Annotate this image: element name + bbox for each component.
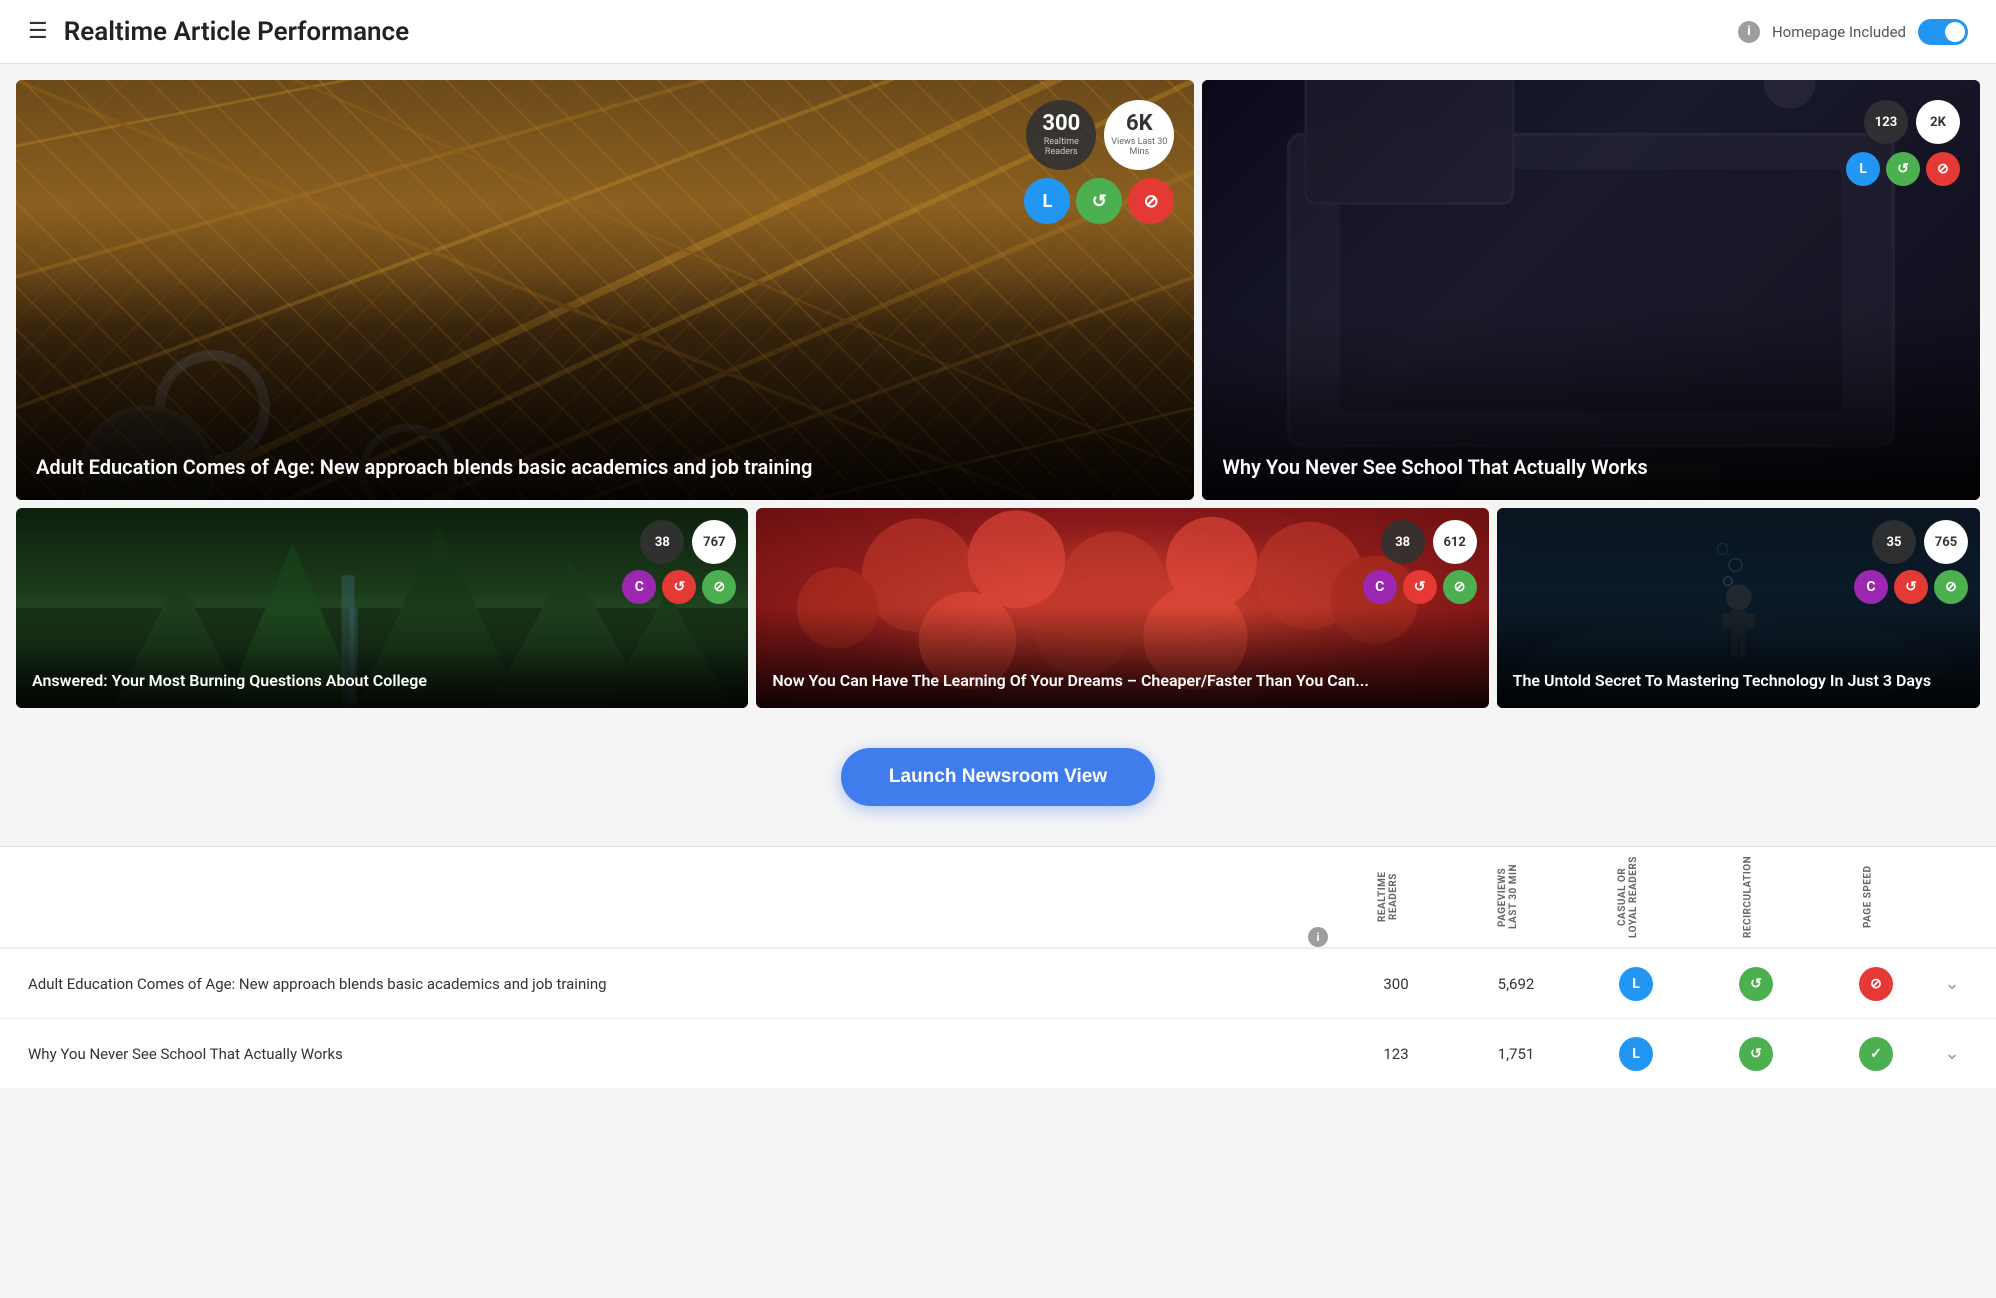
badge-row-top: 300 Realtime Readers 6K Views Last 30 Mi…	[1026, 100, 1174, 170]
pageviews-val-1: 5,692	[1498, 975, 1535, 993]
badge-row-small1: 38 767	[640, 520, 736, 564]
card-small-2[interactable]: 38 612 C ↺ ⊘ Now You Can Have The Learni…	[756, 508, 1488, 708]
card-title-small3: The Untold Secret To Mastering Technolog…	[1513, 671, 1964, 692]
readers-small3: 35	[1872, 520, 1916, 564]
col-headers-inner: i REALTIMEREADERS PAGEVIEWSLAST 30 MIN C…	[1300, 847, 1968, 947]
speed-badge-1[interactable]: ⊘	[1859, 967, 1893, 1001]
card-small-3[interactable]: 35 765 C ↺ ⊘ The Untold Secret To Master…	[1497, 508, 1980, 708]
recirc-icon[interactable]: ↺	[1076, 178, 1122, 224]
launch-section: Launch Newsroom View	[0, 708, 1996, 846]
cell-loyal-1: L	[1576, 967, 1696, 1001]
readers-small2: 38	[1381, 520, 1425, 564]
speed-icon[interactable]: ⊘	[1128, 178, 1174, 224]
stats-small3: 35 765 C ↺ ⊘	[1854, 520, 1968, 604]
views-small2: 612	[1433, 520, 1477, 564]
realtime-val-2: 123	[1383, 1045, 1408, 1063]
views-small3: 765	[1924, 520, 1968, 564]
icon-circles-small3: C ↺ ⊘	[1854, 570, 1968, 604]
header: ☰ Realtime Article Performance i Homepag…	[0, 0, 1996, 64]
card-featured[interactable]: 300 Realtime Readers 6K Views Last 30 Mi…	[16, 80, 1194, 500]
launch-newsroom-button[interactable]: Launch Newsroom View	[841, 748, 1155, 806]
badge-row-small3: 35 765	[1872, 520, 1968, 564]
cell-pageviews-2: 1,751	[1456, 1045, 1576, 1063]
realtime-readers-badge: 300 Realtime Readers	[1026, 100, 1096, 170]
speed-icon-small1[interactable]: ⊘	[702, 570, 736, 604]
small-cards-row: 38 767 C ↺ ⊘ Answered: Your Most Burning…	[16, 508, 1980, 708]
cell-recirc-1: ↺	[1696, 967, 1816, 1001]
card-title-small1: Answered: Your Most Burning Questions Ab…	[32, 671, 732, 692]
realtime-badge-secondary: 123	[1864, 100, 1908, 144]
speed-badge-2[interactable]: ✓	[1859, 1037, 1893, 1071]
cell-realtime-2: 123	[1336, 1045, 1456, 1063]
loyal-icon-secondary[interactable]: L	[1846, 152, 1880, 186]
col-loyal: CASUAL ORLOYAL READERS	[1568, 847, 1688, 947]
recirc-badge-1[interactable]: ↺	[1739, 967, 1773, 1001]
stats-area-featured: 300 Realtime Readers 6K Views Last 30 Mi…	[1024, 100, 1174, 224]
menu-icon[interactable]: ☰	[28, 19, 48, 44]
pageviews-val-2: 1,751	[1498, 1045, 1535, 1063]
expand-row-1[interactable]: ⌄	[1936, 968, 1968, 1000]
realtime-val-1: 300	[1383, 975, 1408, 993]
card-secondary[interactable]: 123 2K L ↺ ⊘ Why You Never See School Th…	[1202, 80, 1980, 500]
icon-circles-small1: C ↺ ⊘	[622, 570, 736, 604]
speed-icon-secondary[interactable]: ⊘	[1926, 152, 1960, 186]
recirc-icon-small3[interactable]: ↺	[1894, 570, 1928, 604]
recirc-icon-small2[interactable]: ↺	[1403, 570, 1437, 604]
table-section: i REALTIMEREADERS PAGEVIEWSLAST 30 MIN C…	[0, 846, 1996, 1088]
loyal-badge-1[interactable]: L	[1619, 967, 1653, 1001]
table-headers: i REALTIMEREADERS PAGEVIEWSLAST 30 MIN C…	[0, 847, 1996, 948]
views-badge-secondary: 2K	[1916, 100, 1960, 144]
col-recirc: RECIRCULATION	[1688, 847, 1808, 947]
row-data-1: 300 5,692 L ↺ ⊘ ⌄	[1336, 967, 1968, 1001]
expand-row-2[interactable]: ⌄	[1936, 1038, 1968, 1070]
loyal-icon-small2[interactable]: C	[1363, 570, 1397, 604]
col-speed: PAGE SPEED	[1808, 847, 1928, 947]
loyal-icon-small3[interactable]: C	[1854, 570, 1888, 604]
cell-realtime-1: 300	[1336, 975, 1456, 993]
icon-circles-small2: C ↺ ⊘	[1363, 570, 1477, 604]
table-row[interactable]: Adult Education Comes of Age: New approa…	[0, 948, 1996, 1018]
homepage-toggle[interactable]	[1918, 19, 1968, 45]
header-right: i Homepage Included	[1738, 19, 1968, 45]
views-badge: 6K Views Last 30 Mins	[1104, 100, 1174, 170]
row-data-2: 123 1,751 L ↺ ✓ ⌄	[1336, 1037, 1968, 1071]
loyal-icon-small1[interactable]: C	[622, 570, 656, 604]
stats-small1: 38 767 C ↺ ⊘	[622, 520, 736, 604]
recirc-badge-2[interactable]: ↺	[1739, 1037, 1773, 1071]
col-realtime-readers: REALTIMEREADERS	[1328, 847, 1448, 947]
loyal-icon[interactable]: L	[1024, 178, 1070, 224]
recirc-icon-small1[interactable]: ↺	[662, 570, 696, 604]
stats-small2: 38 612 C ↺ ⊘	[1363, 520, 1477, 604]
icon-circles-secondary: L ↺ ⊘	[1846, 152, 1960, 186]
icon-circles-featured: L ↺ ⊘	[1024, 178, 1174, 224]
cell-loyal-2: L	[1576, 1037, 1696, 1071]
table-info-icon: i	[1308, 927, 1328, 947]
row-title-2: Why You Never See School That Actually W…	[28, 1045, 1336, 1063]
cell-speed-1: ⊘	[1816, 967, 1936, 1001]
cell-recirc-2: ↺	[1696, 1037, 1816, 1071]
views-small1: 767	[692, 520, 736, 564]
info-icon: i	[1738, 21, 1760, 43]
badge-row-small2: 38 612	[1381, 520, 1477, 564]
header-left: ☰ Realtime Article Performance	[28, 17, 409, 47]
page-title: Realtime Article Performance	[64, 17, 409, 47]
speed-icon-small3[interactable]: ⊘	[1934, 570, 1968, 604]
cell-speed-2: ✓	[1816, 1037, 1936, 1071]
stats-area-secondary: 123 2K L ↺ ⊘	[1846, 100, 1960, 186]
homepage-label: Homepage Included	[1772, 23, 1906, 41]
card-title-featured: Adult Education Comes of Age: New approa…	[36, 454, 1174, 480]
speed-icon-small2[interactable]: ⊘	[1443, 570, 1477, 604]
readers-small1: 38	[640, 520, 684, 564]
card-title-secondary: Why You Never See School That Actually W…	[1222, 454, 1960, 480]
cards-grid: 300 Realtime Readers 6K Views Last 30 Mi…	[0, 64, 1996, 708]
loyal-badge-2[interactable]: L	[1619, 1037, 1653, 1071]
cell-pageviews-1: 5,692	[1456, 975, 1576, 993]
table-row[interactable]: Why You Never See School That Actually W…	[0, 1018, 1996, 1088]
badge-row-secondary: 123 2K	[1864, 100, 1960, 144]
card-small-1[interactable]: 38 767 C ↺ ⊘ Answered: Your Most Burning…	[16, 508, 748, 708]
recirc-icon-secondary[interactable]: ↺	[1886, 152, 1920, 186]
row-title-1: Adult Education Comes of Age: New approa…	[28, 975, 1336, 993]
col-pageviews: PAGEVIEWSLAST 30 MIN	[1448, 847, 1568, 947]
card-title-small2: Now You Can Have The Learning Of Your Dr…	[772, 671, 1472, 692]
